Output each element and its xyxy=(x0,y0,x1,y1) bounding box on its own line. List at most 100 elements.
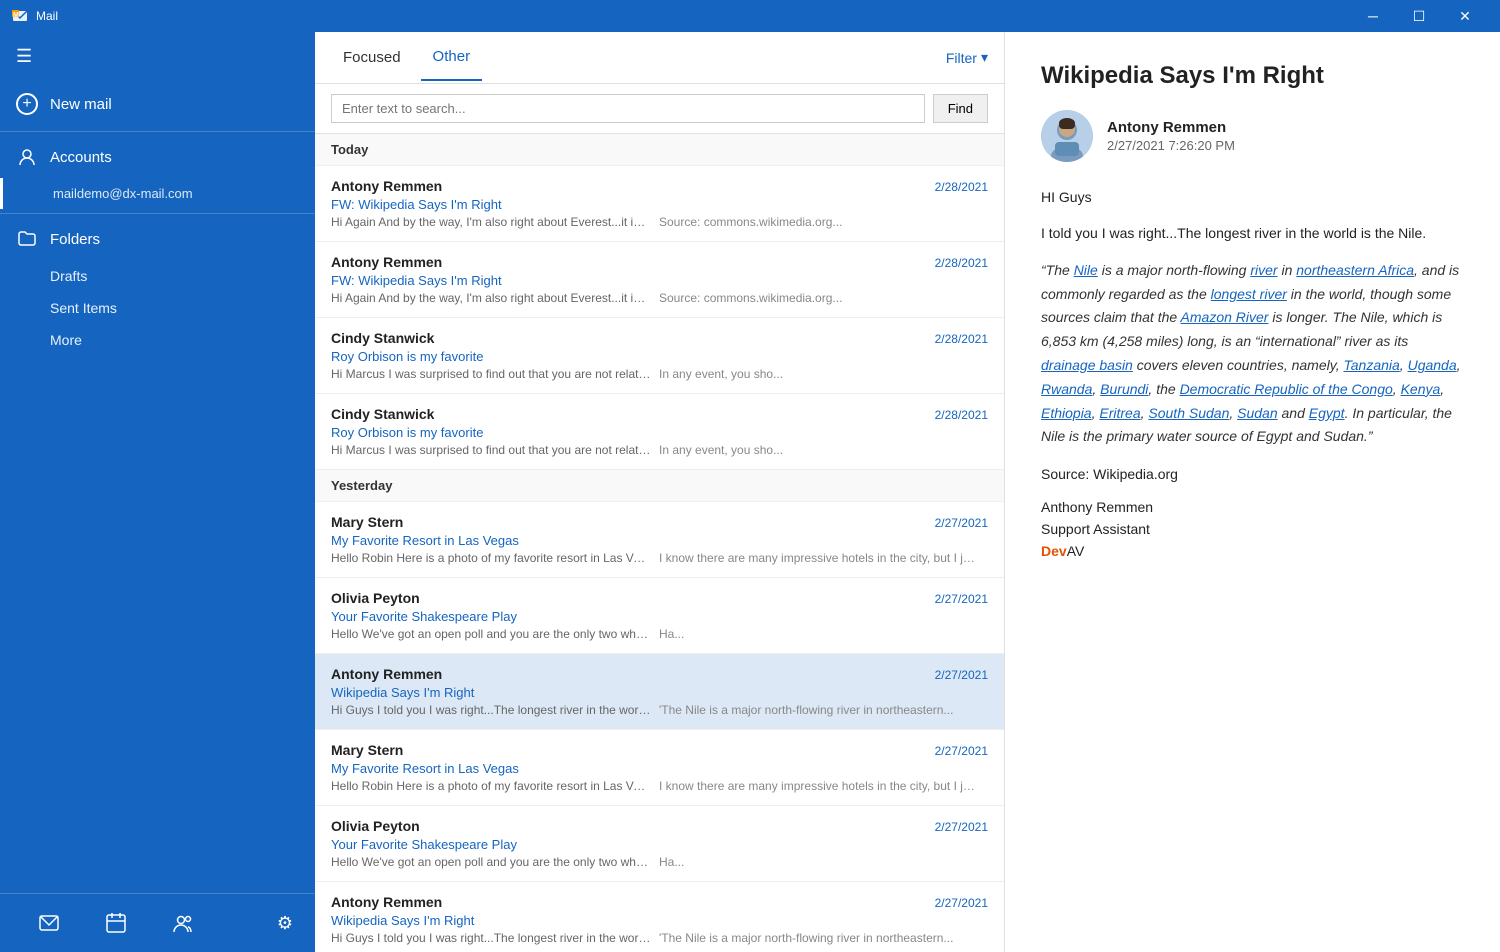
titlebar: M Mail ─ ☐ ✕ xyxy=(0,0,1500,32)
longest-link[interactable]: longest river xyxy=(1211,286,1287,302)
email-subject: My Favorite Resort in Las Vegas xyxy=(331,533,988,548)
new-mail-button[interactable]: + New mail xyxy=(0,81,315,127)
email-subject: Wikipedia Says I'm Right xyxy=(331,913,988,928)
email-item[interactable]: Mary Stern 2/27/2021 My Favorite Resort … xyxy=(315,730,1004,806)
northeastern-link[interactable]: northeastern Africa xyxy=(1296,262,1414,278)
amazon-link[interactable]: Amazon River xyxy=(1181,309,1269,325)
egypt-link[interactable]: Egypt xyxy=(1309,405,1345,421)
email-list-panel: Focused Other Filter ▾ Find Today Antony… xyxy=(315,32,1005,952)
mail-nav-button[interactable] xyxy=(16,906,83,940)
email-date: 2/27/2021 xyxy=(935,516,988,530)
restore-button[interactable]: ☐ xyxy=(1396,0,1442,32)
email-subject: My Favorite Resort in Las Vegas xyxy=(331,761,988,776)
eritrea-link[interactable]: Eritrea xyxy=(1099,405,1140,421)
tab-focused[interactable]: Focused xyxy=(331,35,413,80)
reading-title: Wikipedia Says I'm Right xyxy=(1041,62,1464,90)
sudan-link[interactable]: Sudan xyxy=(1237,405,1277,421)
email-sender: Antony Remmen xyxy=(331,666,442,682)
search-button[interactable]: Find xyxy=(933,94,988,123)
email-preview: Hello Robin Here is a photo of my favori… xyxy=(331,779,988,793)
email-item[interactable]: Antony Remmen 2/27/2021 Wikipedia Says I… xyxy=(315,882,1004,952)
nile-link[interactable]: Nile xyxy=(1074,262,1098,278)
email-preview: Hi Again And by the way, I'm also right … xyxy=(331,291,988,305)
email-date: 2/28/2021 xyxy=(935,256,988,270)
settings-button[interactable]: ⚙ xyxy=(271,907,299,940)
sidebar-item-folders[interactable]: Folders xyxy=(0,218,315,260)
email-preview: Hi Marcus I was surprised to find out th… xyxy=(331,443,988,457)
footer-brand: DevAV xyxy=(1041,540,1464,562)
uganda-link[interactable]: Uganda xyxy=(1408,357,1457,373)
sidebar-account-email[interactable]: maildemo@dx-mail.com xyxy=(0,178,315,209)
email-sender: Antony Remmen xyxy=(331,178,442,194)
close-button[interactable]: ✕ xyxy=(1442,0,1488,32)
email-subject: FW: Wikipedia Says I'm Right xyxy=(331,197,988,212)
email-subject: Your Favorite Shakespeare Play xyxy=(331,609,988,624)
sidebar-divider-2 xyxy=(0,213,315,214)
southsudan-link[interactable]: South Sudan xyxy=(1148,405,1229,421)
email-subject: Roy Orbison is my favorite xyxy=(331,349,988,364)
drc-link[interactable]: Democratic Republic of the Congo xyxy=(1180,381,1393,397)
email-date: 2/27/2021 xyxy=(935,896,988,910)
river-link[interactable]: river xyxy=(1250,262,1277,278)
people-nav-button[interactable] xyxy=(149,906,216,940)
email-subject: Your Favorite Shakespeare Play xyxy=(331,837,988,852)
search-bar: Find xyxy=(315,84,1004,134)
filter-button[interactable]: Filter ▾ xyxy=(946,49,988,66)
footer-name: Anthony Remmen xyxy=(1041,496,1464,518)
email-item[interactable]: Olivia Peyton 2/27/2021 Your Favorite Sh… xyxy=(315,578,1004,654)
email-date: 2/28/2021 xyxy=(935,180,988,194)
mail-app-icon: M xyxy=(12,8,28,24)
tab-other[interactable]: Other xyxy=(421,34,483,81)
kenya-link[interactable]: Kenya xyxy=(1401,381,1441,397)
window-controls: ─ ☐ ✕ xyxy=(1350,0,1488,32)
ethiopia-link[interactable]: Ethiopia xyxy=(1041,405,1092,421)
burundi-link[interactable]: Burundi xyxy=(1100,381,1148,397)
email-sender: Mary Stern xyxy=(331,742,403,758)
folder-icon xyxy=(16,228,38,250)
email-item[interactable]: Cindy Stanwick 2/28/2021 Roy Orbison is … xyxy=(315,394,1004,470)
calendar-nav-button[interactable] xyxy=(83,906,150,940)
email-preview: Hi Again And by the way, I'm also right … xyxy=(331,215,988,229)
email-date: 2/28/2021 xyxy=(935,408,988,422)
reading-pane: Wikipedia Says I'm Right Ant xyxy=(1005,32,1500,952)
footer-dev: Dev xyxy=(1041,543,1067,559)
accounts-label: Accounts xyxy=(50,149,112,166)
date-header-yesterday: Yesterday xyxy=(315,470,1004,502)
email-date: 2/27/2021 xyxy=(935,744,988,758)
sidebar-item-drafts[interactable]: Drafts xyxy=(0,260,315,292)
sender-info: Antony Remmen 2/27/2021 7:26:20 PM xyxy=(1107,119,1235,153)
rwanda-link[interactable]: Rwanda xyxy=(1041,381,1092,397)
sidebar-item-more[interactable]: More xyxy=(0,324,315,356)
email-item[interactable]: Mary Stern 2/27/2021 My Favorite Resort … xyxy=(315,502,1004,578)
email-date: 2/27/2021 xyxy=(935,668,988,682)
email-item[interactable]: Cindy Stanwick 2/28/2021 Roy Orbison is … xyxy=(315,318,1004,394)
email-item[interactable]: Antony Remmen 2/28/2021 FW: Wikipedia Sa… xyxy=(315,166,1004,242)
email-subject: FW: Wikipedia Says I'm Right xyxy=(331,273,988,288)
sidebar-divider-1 xyxy=(0,131,315,132)
email-item[interactable]: Olivia Peyton 2/27/2021 Your Favorite Sh… xyxy=(315,806,1004,882)
tanzania-link[interactable]: Tanzania xyxy=(1343,357,1399,373)
greeting: HI Guys xyxy=(1041,186,1464,208)
email-sender: Antony Remmen xyxy=(331,894,442,910)
sidebar-item-accounts[interactable]: Accounts xyxy=(0,136,315,178)
email-date: 2/27/2021 xyxy=(935,592,988,606)
email-date: 2/27/2021 xyxy=(935,820,988,834)
reading-quote: “The Nile is a major north-flowing river… xyxy=(1041,259,1464,449)
sidebar-bottom-nav: ⚙ xyxy=(0,893,315,952)
drainage-link[interactable]: drainage basin xyxy=(1041,357,1133,373)
email-sender: Antony Remmen xyxy=(331,254,442,270)
hamburger-button[interactable]: ☰ xyxy=(0,32,315,81)
email-item-selected[interactable]: Antony Remmen 2/27/2021 Wikipedia Says I… xyxy=(315,654,1004,730)
sender-name: Antony Remmen xyxy=(1107,119,1235,136)
body-p1: I told you I was right...The longest riv… xyxy=(1041,222,1464,244)
sidebar: ☰ + New mail Accounts maildemo@dx-mail.c… xyxy=(0,32,315,952)
new-mail-label: New mail xyxy=(50,96,112,113)
email-item[interactable]: Antony Remmen 2/28/2021 FW: Wikipedia Sa… xyxy=(315,242,1004,318)
minimize-button[interactable]: ─ xyxy=(1350,0,1396,32)
sidebar-item-sent[interactable]: Sent Items xyxy=(0,292,315,324)
email-sender: Cindy Stanwick xyxy=(331,406,434,422)
svg-text:M: M xyxy=(13,12,19,19)
avatar xyxy=(1041,110,1093,162)
email-sender: Olivia Peyton xyxy=(331,590,420,606)
search-input[interactable] xyxy=(331,94,925,123)
